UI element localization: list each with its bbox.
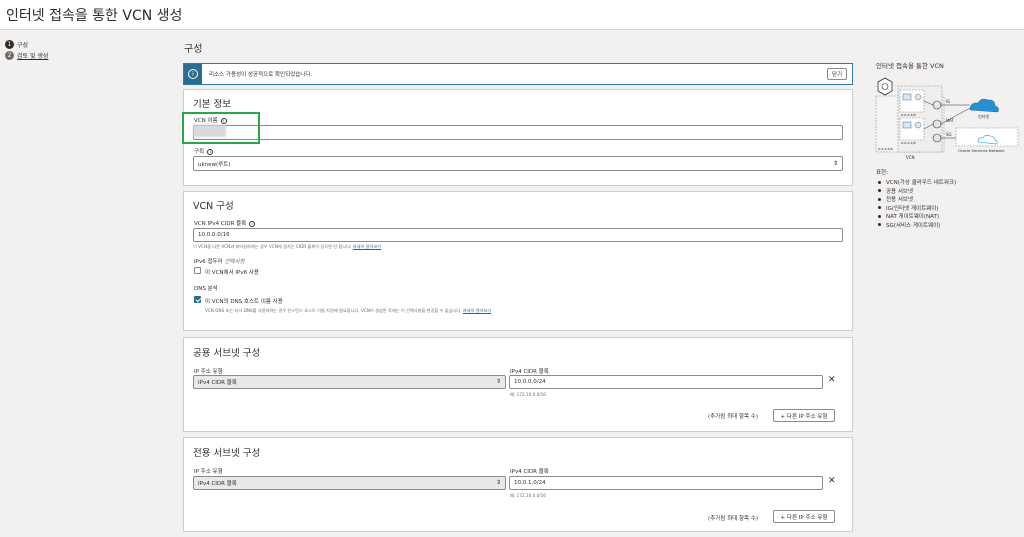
public-subnet-box bbox=[899, 89, 925, 113]
nat-gateway-icon bbox=[932, 119, 942, 129]
close-icon[interactable]: ✕ bbox=[828, 375, 836, 385]
diagram-legend: 표현: VCN(가상 클라우드 네트워크) 공용 서브넷 전용 서브넷 IG(인… bbox=[876, 168, 956, 229]
banner-icon-box: i bbox=[184, 64, 202, 84]
dns-hint: VCN DNS 또는 타사 DNS를 사용하려는 경우 인스턴스 호스트 이름 … bbox=[205, 308, 492, 313]
ig-label: IG bbox=[946, 99, 950, 104]
security-icon bbox=[914, 121, 922, 129]
private-ip-type-select[interactable]: IPv4 CIDR 블록 ⇕ bbox=[193, 476, 506, 490]
server-icon bbox=[902, 93, 912, 101]
legend-item: NAT 게이트웨이(NAT) bbox=[876, 212, 956, 221]
step-review[interactable]: 2 검토 및 생성 bbox=[5, 50, 48, 61]
cidr-label: x.x.x.x/x bbox=[901, 141, 916, 145]
vcn-diagram: IG NAT SG 인터넷 Oracle Services Network VC… bbox=[875, 77, 1019, 160]
legend-item: 공용 서브넷 bbox=[876, 187, 956, 196]
private-cidr-input[interactable]: 10.0.1.0/24 bbox=[509, 476, 823, 490]
success-banner: i 리소스 가용성이 성공적으로 확인되었습니다. 닫기 bbox=[183, 63, 853, 85]
add-public-ip-type-button[interactable]: + 다른 IP 주소 유형 bbox=[773, 409, 835, 422]
step-configure[interactable]: 1 구성 bbox=[5, 39, 48, 50]
help-icon[interactable]: i bbox=[249, 220, 256, 227]
internet-label: 인터넷 bbox=[978, 113, 989, 119]
public-max-note: (추가됨 최대 항목 수) bbox=[708, 414, 759, 420]
private-subnet-title: 전용 서브넷 구성 bbox=[193, 448, 261, 459]
dns-label: DNS 분석 bbox=[194, 286, 218, 292]
nat-label: NAT bbox=[946, 118, 954, 123]
legend-item: IG(인터넷 게이트웨이) bbox=[876, 204, 956, 213]
service-gateway-icon bbox=[932, 133, 942, 143]
private-ip-type-label: IP 주소 유형 bbox=[194, 469, 223, 475]
vcn-cidr-hint: 이 VCN을 다른 VCN과 피어링하려는 경우 VCN에 겹치는 CIDR 블… bbox=[193, 244, 382, 249]
oracle-services-box bbox=[955, 127, 1019, 147]
public-cidr-label: IPv4 CIDR 블록 bbox=[510, 369, 549, 375]
public-cidr-example: 예: 172.16.0.0/16 bbox=[510, 392, 546, 397]
private-subnet-box bbox=[899, 117, 925, 141]
public-subnet-title: 공용 서브넷 구성 bbox=[193, 348, 261, 359]
step-label: 구성 bbox=[17, 42, 29, 49]
ipv6-label: IPv6 접두어 선택사항 bbox=[194, 259, 245, 265]
vcn-config-title: VCN 구성 bbox=[193, 201, 234, 212]
region-icon bbox=[877, 77, 893, 96]
security-icon bbox=[914, 93, 922, 101]
cloud-icon bbox=[969, 98, 999, 113]
app-root: 인터넷 접속을 통한 VCN 생성 1 구성 2 검토 및 생성 구성 i 리소… bbox=[0, 0, 1024, 537]
legend-item: 전용 서브넷 bbox=[876, 195, 956, 204]
private-max-note: (추가됨 최대 항목 수) bbox=[708, 516, 759, 522]
vcn-name-input[interactable] bbox=[193, 125, 843, 140]
ipv6-checkbox-label: 이 VCN에서 IPv6 사용 bbox=[205, 270, 259, 276]
legend-title: 표현: bbox=[876, 170, 888, 176]
dns-checkbox[interactable] bbox=[194, 296, 201, 303]
page-title: 인터넷 접속을 통한 VCN 생성 bbox=[6, 8, 183, 24]
wizard-steps: 1 구성 2 검토 및 생성 bbox=[5, 39, 48, 61]
select-arrows-icon: ⇕ bbox=[832, 159, 838, 167]
section-title: 구성 bbox=[184, 44, 203, 55]
public-ip-type-select[interactable]: IPv4 CIDR 블록 ⇕ bbox=[193, 375, 506, 389]
select-arrows-icon: ⇕ bbox=[495, 479, 501, 486]
highlight-box bbox=[182, 112, 260, 144]
vcn-label: VCN bbox=[906, 155, 915, 160]
step-number: 2 bbox=[5, 51, 14, 60]
legend-item: VCN(가상 클라우드 네트워크) bbox=[876, 178, 956, 187]
vcn-cidr-label: VCN IPv4 CIDR 블록 i bbox=[194, 219, 256, 227]
cidr-label: x.x.x.x/x bbox=[878, 147, 893, 151]
sg-label: SG bbox=[946, 132, 952, 137]
compartment-label: 구획 i bbox=[194, 147, 214, 155]
close-icon[interactable]: ✕ bbox=[828, 476, 836, 486]
private-cidr-label: IPv4 CIDR 블록 bbox=[510, 469, 549, 475]
basic-info-title: 기본 정보 bbox=[193, 99, 231, 110]
title-bar: 인터넷 접속을 통한 VCN 생성 bbox=[0, 0, 1024, 30]
public-cidr-input[interactable]: 10.0.0.0/24 bbox=[509, 375, 823, 389]
add-private-ip-type-button[interactable]: + 다른 IP 주소 유형 bbox=[773, 510, 835, 523]
cidr-label: x.x.x.x/x bbox=[901, 113, 916, 117]
close-banner-button[interactable]: 닫기 bbox=[827, 68, 847, 80]
private-cidr-example: 예: 172.16.0.0/16 bbox=[510, 493, 546, 498]
learn-more-link[interactable]: 자세히 알아보기 bbox=[353, 244, 381, 249]
help-icon[interactable]: i bbox=[207, 148, 214, 155]
diagram-title: 인터넷 접속을 통한 VCN bbox=[876, 62, 944, 70]
router-icon bbox=[932, 100, 942, 110]
oracle-services-label: Oracle Services Network bbox=[958, 148, 1005, 153]
step-label: 검토 및 생성 bbox=[17, 53, 49, 60]
public-ip-type-value: IPv4 CIDR 블록 bbox=[198, 380, 237, 386]
compartment-select[interactable]: uknew(루트) ⇕ bbox=[193, 156, 843, 171]
public-ip-type-label: IP 주소 유형 bbox=[194, 369, 223, 375]
info-icon: i bbox=[188, 69, 198, 79]
ipv6-checkbox[interactable] bbox=[194, 267, 201, 274]
legend-item: SG(서비스 게이트웨이) bbox=[876, 221, 956, 230]
dns-checkbox-label: 이 VCN의 DNS 호스트 이름 사용 bbox=[205, 299, 283, 305]
step-number: 1 bbox=[5, 40, 14, 49]
private-ip-type-value: IPv4 CIDR 블록 bbox=[198, 481, 237, 487]
learn-more-link[interactable]: 자세히 알아보기 bbox=[463, 308, 491, 313]
banner-message: 리소스 가용성이 성공적으로 확인되었습니다. bbox=[209, 72, 313, 78]
compartment-value: uknew(루트) bbox=[198, 161, 231, 168]
server-icon bbox=[902, 121, 912, 129]
select-arrows-icon: ⇕ bbox=[495, 378, 501, 385]
vcn-cidr-input[interactable]: 10.0.0.0/16 bbox=[193, 228, 843, 242]
